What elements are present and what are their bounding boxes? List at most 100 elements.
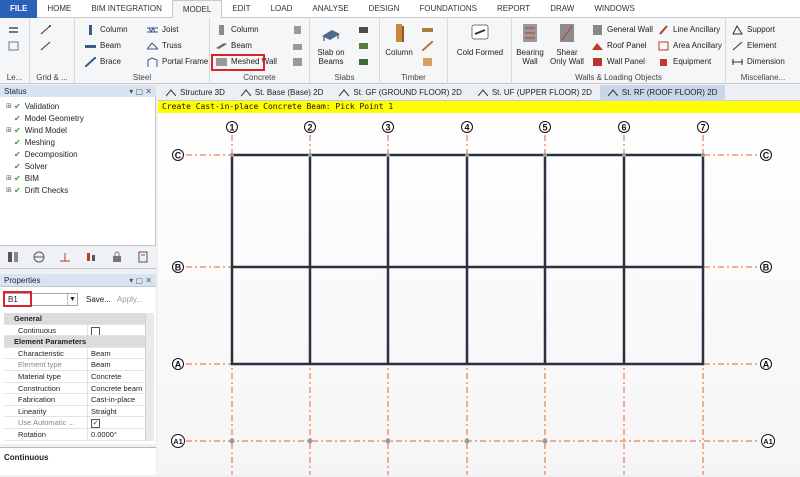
tab-report[interactable]: REPORT — [487, 0, 540, 18]
steel-truss-button[interactable]: Truss — [147, 39, 182, 52]
tab-windows[interactable]: WINDOWS — [584, 0, 644, 18]
doc-tab-base[interactable]: St. Base (Base) 2D — [233, 85, 331, 101]
grid-bubble-a1-left[interactable]: A1 — [171, 434, 185, 448]
grid-bubble-2[interactable]: 2 — [304, 121, 316, 133]
grid-bubble-7[interactable]: 7 — [697, 121, 709, 133]
tab-model[interactable]: MODEL — [171, 0, 223, 18]
groups-icon[interactable] — [85, 251, 97, 263]
loading-icon[interactable] — [59, 251, 71, 263]
status-item-meshing[interactable]: ✔ Meshing — [6, 138, 55, 148]
status-item-decomposition[interactable]: ✔ Decomposition — [6, 150, 78, 160]
grid-bubble-b-left[interactable]: B — [172, 261, 184, 273]
tab-edit[interactable]: EDIT — [222, 0, 260, 18]
tab-home[interactable]: HOME — [37, 0, 81, 18]
property-value[interactable]: Beam — [88, 348, 145, 359]
section-element-parameters[interactable]: Element Parameters — [4, 336, 145, 348]
properties-panel-controls[interactable]: ▾ ▢ ✕ — [129, 274, 152, 287]
cold-formed-button[interactable]: Cold Formed — [454, 22, 506, 57]
support-button[interactable]: Support — [732, 23, 775, 36]
continuous-checkbox[interactable] — [91, 326, 100, 336]
general-wall-button[interactable]: General Wall — [592, 23, 653, 36]
property-value[interactable]: Concrete — [88, 371, 145, 382]
tab-load[interactable]: LOAD — [261, 0, 303, 18]
tab-bim-integration[interactable]: BIM INTEGRATION — [81, 0, 172, 18]
property-key: Linearity — [4, 405, 88, 417]
doc-tab-structure-3d[interactable]: Structure 3D — [158, 85, 233, 101]
wall-panel-button[interactable]: Wall Panel — [592, 55, 645, 68]
element-button[interactable]: Element — [732, 39, 776, 52]
steel-brace-button[interactable]: Brace — [85, 55, 121, 68]
status-item-wind-model[interactable]: ⊞ ✔ Wind Model — [6, 126, 67, 136]
slab-extra-1[interactable] — [358, 23, 373, 36]
status-item-validation[interactable]: ⊞ ✔ Validation — [6, 102, 59, 112]
tab-file[interactable]: FILE — [0, 0, 38, 18]
properties-scrollbar[interactable] — [145, 313, 154, 441]
slab-extra-3-icon — [359, 58, 368, 65]
structure-tree-icon[interactable] — [7, 251, 19, 263]
area-ancillary-button[interactable]: Area Ancillary — [658, 39, 722, 52]
timber-extra-2[interactable] — [422, 39, 437, 52]
shear-only-wall-button[interactable]: Shear Only Wall — [550, 22, 584, 66]
property-value[interactable]: Straight — [88, 406, 145, 417]
bearing-wall-button[interactable]: Bearing Wall — [514, 22, 546, 66]
timber-extra-1[interactable] — [422, 23, 437, 36]
status-item-model-geometry[interactable]: ✔ Model Geometry — [6, 114, 84, 124]
grid-bubble-b-right[interactable]: B — [760, 261, 772, 273]
roof-panel-button[interactable]: Roof Panel — [592, 39, 647, 52]
lock-icon[interactable] — [111, 251, 123, 263]
steel-joist-button[interactable]: Joist — [147, 23, 178, 36]
doc-tab-ground-floor[interactable]: St. GF (GROUND FLOOR) 2D — [331, 85, 469, 101]
grid-bubble-a-right[interactable]: A — [760, 358, 772, 370]
grid-bubble-a-left[interactable]: A — [172, 358, 184, 370]
tab-draw[interactable]: DRAW — [540, 0, 584, 18]
steel-portal-frame-button[interactable]: Portal Frame — [147, 55, 208, 68]
grid-bubble-c-right[interactable]: C — [760, 149, 772, 161]
grid-button-2[interactable] — [40, 39, 55, 52]
grid-bubble-6[interactable]: 6 — [618, 121, 630, 133]
drawing-canvas[interactable]: 1 2 3 4 5 6 7 C C B B A A A1 A1 — [158, 113, 800, 475]
slab-on-beams-button[interactable]: Slab on Beams — [313, 22, 349, 66]
grid-bubble-5[interactable]: 5 — [539, 121, 551, 133]
grid-button-1[interactable] — [40, 23, 55, 36]
apply-button[interactable]: Apply... — [117, 295, 143, 304]
tab-analyse[interactable]: ANALYSE — [302, 0, 358, 18]
floor-plan-drawing[interactable]: 1 2 3 4 5 6 7 C C B B A A A1 A1 — [158, 113, 800, 475]
slab-extra-3[interactable] — [358, 55, 373, 68]
grid-bubble-3[interactable]: 3 — [382, 121, 394, 133]
level-button-2[interactable] — [8, 39, 23, 52]
grid-bubble-1[interactable]: 1 — [226, 121, 238, 133]
timber-extra-3[interactable] — [422, 55, 437, 68]
use-automatic-checkbox[interactable]: ✓ — [91, 419, 100, 428]
concrete-column-button[interactable]: Column — [216, 23, 259, 36]
tab-design[interactable]: DESIGN — [359, 0, 410, 18]
concrete-beam-button[interactable]: Beam — [216, 39, 252, 52]
steel-column-button[interactable]: Column — [85, 23, 128, 36]
level-button-1[interactable] — [8, 23, 23, 36]
status-item-bim[interactable]: ⊞ ✔ BIM — [6, 174, 39, 184]
grid-bubble-c-left[interactable]: C — [172, 149, 184, 161]
equipment-button[interactable]: Equipment — [658, 55, 711, 68]
concrete-extra-3[interactable] — [292, 55, 307, 68]
grid-bubble-4[interactable]: 4 — [461, 121, 473, 133]
design-icon[interactable] — [137, 251, 149, 263]
globe-icon[interactable] — [33, 251, 45, 263]
dimension-button[interactable]: Dimension — [732, 55, 785, 68]
concrete-extra-2[interactable] — [292, 39, 307, 52]
property-value[interactable]: Cast-in-place — [88, 394, 145, 405]
section-general[interactable]: General — [4, 313, 145, 325]
tab-foundations[interactable]: FOUNDATIONS — [409, 0, 487, 18]
steel-beam-button[interactable]: Beam — [85, 39, 121, 52]
status-item-drift-checks[interactable]: ⊞ ✔ Drift Checks — [6, 186, 68, 196]
concrete-extra-1[interactable] — [292, 23, 307, 36]
doc-tab-roof-floor[interactable]: St. RF (ROOF FLOOR) 2D — [599, 85, 726, 101]
property-value[interactable]: Concrete beam — [88, 383, 145, 394]
line-ancillary-button[interactable]: Line Ancillary — [658, 23, 720, 36]
property-value[interactable]: 0.0000° — [88, 429, 145, 440]
timber-column-button[interactable]: Column — [384, 22, 414, 57]
grid-bubble-a1-right[interactable]: A1 — [761, 434, 775, 448]
slab-extra-2[interactable] — [358, 39, 373, 52]
doc-tab-upper-floor[interactable]: St. UF (UPPER FLOOR) 2D — [470, 85, 600, 101]
status-item-solver[interactable]: ✔ Solver — [6, 162, 47, 172]
save-button[interactable]: Save... — [86, 295, 111, 304]
chevron-down-icon[interactable]: ▼ — [67, 293, 77, 305]
